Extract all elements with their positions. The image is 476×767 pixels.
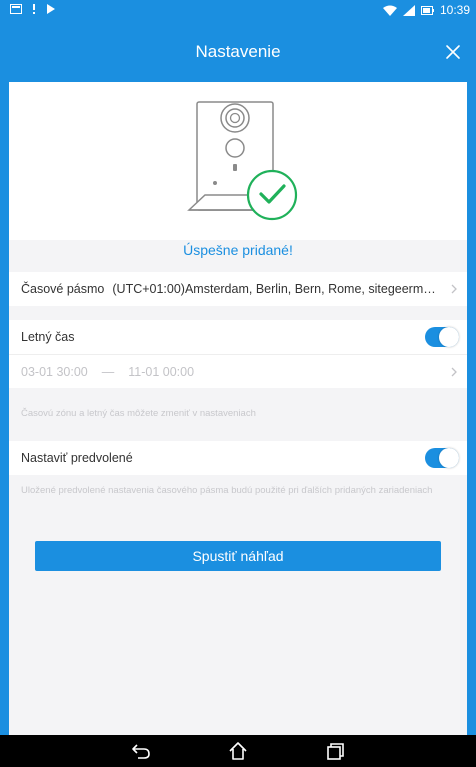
battery-icon	[420, 5, 434, 15]
dst-row: Letný čas	[9, 320, 467, 354]
recent-apps-icon[interactable]	[325, 741, 345, 761]
success-message: Úspešne pridané!	[183, 242, 293, 258]
play-store-icon	[47, 4, 55, 14]
dst-toggle-knob	[439, 327, 459, 347]
home-icon[interactable]	[228, 741, 248, 761]
chevron-right-icon	[451, 284, 457, 294]
wifi-icon	[382, 5, 397, 16]
page-title: Nastavenie	[195, 42, 281, 61]
signal-icon	[402, 4, 415, 16]
set-default-toggle-knob	[439, 448, 459, 468]
back-icon[interactable]	[131, 741, 151, 761]
dst-end-date: 11-01 00:00	[128, 364, 195, 379]
chevron-right-icon	[451, 367, 457, 376]
dst-start-date: 03-01 30:00	[21, 364, 88, 379]
set-default-hint: Uložené predvolené nastavenia časového p…	[21, 485, 433, 496]
dst-date-separator: —	[101, 364, 115, 379]
dst-hint: Časovú zónu a letný čas môžete zmeniť v …	[21, 408, 256, 419]
notification-icon	[33, 4, 35, 14]
set-default-label: Nastaviť predvolené	[21, 451, 133, 465]
timezone-row[interactable]: Časové pásmo (UTC+01:00)Amsterdam, Berli…	[9, 272, 467, 306]
status-time: 10:39	[439, 3, 470, 17]
set-default-row: Nastaviť predvolené	[9, 441, 467, 475]
dst-toggle[interactable]	[425, 327, 459, 347]
camera-success-illustration	[9, 82, 467, 240]
timezone-label: Časové pásmo	[21, 282, 105, 296]
close-icon[interactable]	[442, 41, 464, 63]
dst-dates-row[interactable]: 03-01 30:00 — 11-01 00:00	[9, 354, 467, 388]
settings-card: Úspešne pridané! Časové pásmo (UTC+01:00…	[9, 82, 467, 735]
app-header: Nastavenie	[0, 22, 476, 82]
start-preview-button[interactable]: Spustiť náhľad	[35, 541, 441, 571]
message-icon	[10, 4, 22, 14]
timezone-value: (UTC+01:00)Amsterdam, Berlin, Bern, Rome…	[112, 282, 441, 296]
navigation-bar	[0, 735, 476, 767]
set-default-toggle[interactable]	[425, 448, 459, 468]
dst-label: Letný čas	[21, 330, 75, 344]
status-bar: 10:39	[0, 0, 476, 22]
